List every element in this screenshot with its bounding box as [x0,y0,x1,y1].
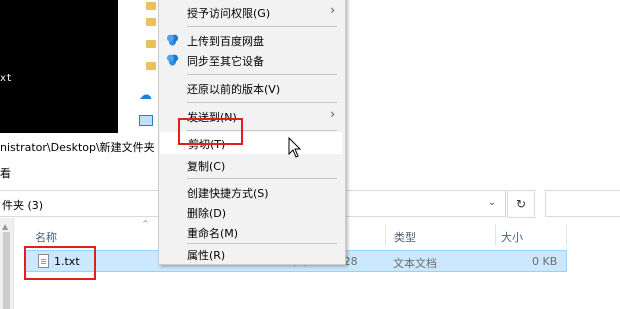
menu-item-create-shortcut[interactable]: 创建快捷方式(S) [159,181,343,203]
menu-item-delete[interactable]: 删除(D) [159,201,343,223]
column-size-header[interactable]: 大小 [501,229,523,245]
cloud-icon: ☁ [139,88,152,103]
file-highlight-box [24,246,96,280]
submenu-arrow-icon: › [330,107,335,121]
folder-icon [146,2,156,10]
menu-item-upload-baidu[interactable]: 上传到百度网盘 [159,29,343,51]
search-input[interactable] [545,190,620,217]
baidu-netdisk-icon [166,33,179,46]
menu-item-rename[interactable]: 重命名(M) [159,221,343,243]
terminal-text: xt [0,73,13,84]
column-divider[interactable] [385,224,386,246]
column-divider[interactable] [495,224,496,246]
address-bar-label: 件夹 (3) [2,199,44,212]
view-menu-label[interactable]: 看 [0,165,11,181]
menu-item-properties[interactable]: 属性(R) [159,243,343,265]
nav-pane-scrollbar[interactable]: ▲ [0,218,14,309]
cut-highlight-box [178,118,243,145]
column-divider[interactable] [566,224,567,246]
file-size: 0 KB [532,255,558,268]
file-type: 文本文档 [393,257,437,270]
scrollbar-thumb[interactable] [3,232,10,309]
refresh-button[interactable]: ↻ [507,190,535,218]
folder-icon [146,18,156,26]
folder-icon [146,40,156,48]
menu-item-copy[interactable]: 复制(C) [159,154,343,176]
menu-separator [187,102,337,103]
address-dropdown-button[interactable]: ⌄ [484,195,500,211]
terminal-window[interactable]: xt [0,0,118,133]
column-name-header[interactable]: 名称 [35,229,57,245]
submenu-arrow-icon: › [330,3,335,17]
menu-item-restore-versions[interactable]: 还原以前的版本(V) [159,77,343,99]
baidu-netdisk-icon [166,53,179,66]
menu-separator [187,178,337,179]
menu-separator [187,74,337,75]
address-path: nistrator\Desktop\新建文件夹 ( [0,141,163,154]
menu-item-grant-access[interactable]: 授予访问权限(G) › [159,1,343,23]
scroll-up-icon[interactable]: ▲ [2,222,8,231]
folder-icon [146,62,156,70]
menu-item-sync-devices[interactable]: 同步至其它设备 [159,49,343,71]
menu-separator [187,26,337,27]
mouse-cursor-icon [288,137,302,158]
this-pc-icon [139,115,153,126]
column-type-header[interactable]: 类型 [394,229,416,245]
